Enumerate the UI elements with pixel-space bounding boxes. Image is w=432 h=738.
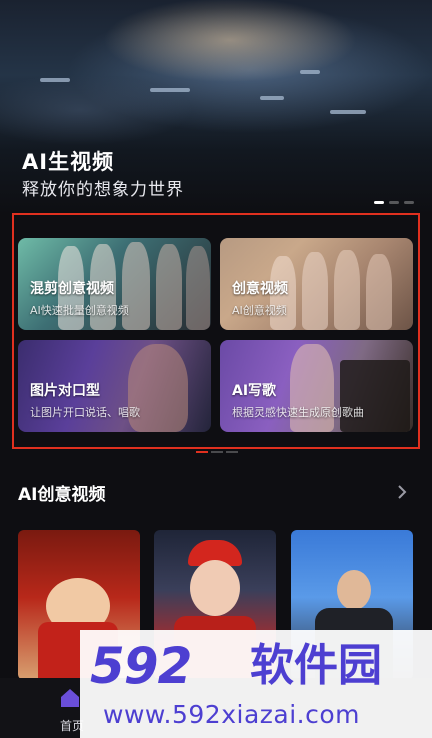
- card-mix-video[interactable]: 混剪创意视频 AI快速批量创意视频: [18, 238, 211, 330]
- card-title: 图片对口型: [30, 383, 100, 399]
- spaceship-decor: [150, 88, 190, 92]
- card-desc: 根据灵感快速生成原创歌曲: [232, 406, 364, 419]
- watermark-logo: 592: [90, 637, 192, 695]
- cards-pagination: [196, 451, 238, 453]
- hero-title: AI生视频: [22, 150, 115, 174]
- chevron-right-icon[interactable]: [394, 484, 410, 500]
- hero-subtitle: 释放你的想象力世界: [22, 180, 184, 200]
- home-icon[interactable]: [58, 686, 82, 710]
- section-title: AI创意视频: [18, 485, 106, 505]
- card-desc: AI创意视频: [232, 304, 287, 317]
- spaceship-decor: [300, 70, 320, 74]
- card-title: AI写歌: [232, 383, 277, 399]
- card-lip-sync[interactable]: 图片对口型 让图片开口说话、唱歌: [18, 340, 211, 432]
- spaceship-decor: [260, 96, 284, 100]
- spaceship-decor: [40, 78, 70, 82]
- piano-decor: [340, 360, 410, 432]
- card-ai-song[interactable]: AI写歌 根据灵感快速生成原创歌曲: [220, 340, 413, 432]
- card-creative-video[interactable]: 创意视频 AI创意视频: [220, 238, 413, 330]
- spaceship-decor: [330, 110, 366, 114]
- card-title: 混剪创意视频: [30, 281, 114, 297]
- watermark-name: 软件园: [250, 640, 382, 691]
- hero-pagination: [374, 201, 414, 204]
- card-title: 创意视频: [232, 281, 288, 297]
- watermark-url: www.592xiazai.com: [103, 700, 360, 729]
- card-desc: AI快速批量创意视频: [30, 304, 129, 317]
- card-desc: 让图片开口说话、唱歌: [30, 406, 140, 419]
